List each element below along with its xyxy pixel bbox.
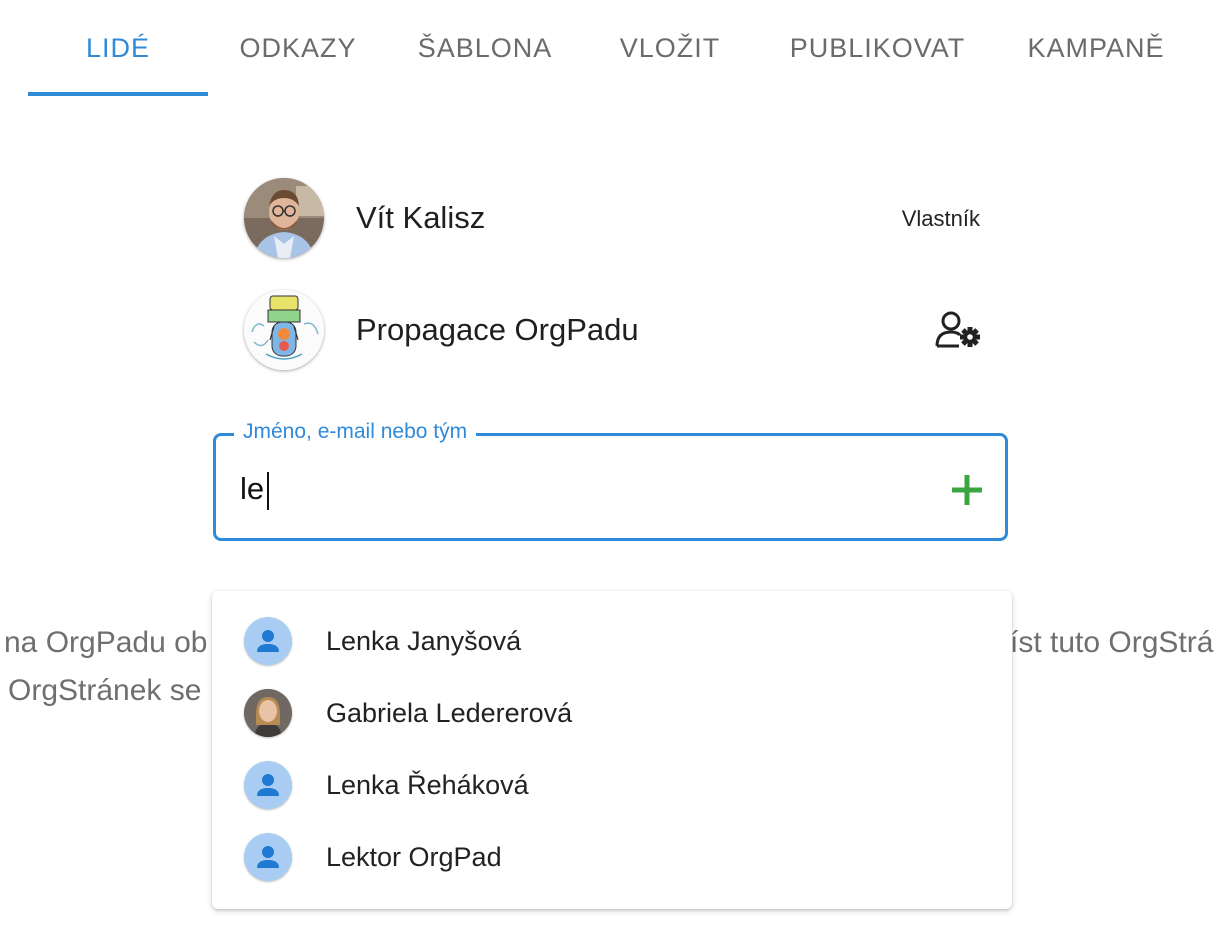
background-text-line1-left: na OrgPadu ob <box>4 626 208 659</box>
suggestion-name: Lenka Janyšová <box>326 626 522 656</box>
member-role: Vlastník <box>901 206 980 231</box>
member-row-owner: Vít Kalisz Vlastník <box>244 178 984 258</box>
avatar <box>244 689 292 737</box>
avatar <box>244 761 292 809</box>
member-row-team: Propagace OrgPadu <box>244 290 984 370</box>
tab-campaigns[interactable]: KAMPANĚ <box>1010 28 1182 68</box>
person-photo-icon <box>244 178 324 258</box>
member-name: Vít Kalisz <box>356 200 486 235</box>
active-tab-indicator <box>28 92 208 96</box>
team-drawing-icon <box>244 290 324 370</box>
suggestion-name: Lenka Řeháková <box>326 770 529 800</box>
search-field-label: Jméno, e-mail nebo tým <box>234 420 477 444</box>
background-text-line2-left: OrgStránek se <box>8 674 202 707</box>
tab-people[interactable]: LIDÉ <box>28 28 208 68</box>
plus-icon <box>952 475 982 505</box>
text-caret <box>267 472 269 510</box>
share-tabs: LIDÉ ODKAZY ŠABLONA VLOŽIT PUBLIKOVAT KA… <box>0 0 1230 100</box>
suggestion-item[interactable]: Lektor OrgPad <box>212 821 1012 893</box>
tab-links[interactable]: ODKAZY <box>218 28 378 68</box>
suggestion-item[interactable]: Lenka Janyšová <box>212 605 1012 677</box>
avatar <box>244 290 324 370</box>
tab-embed[interactable]: VLOŽIT <box>595 28 745 68</box>
person-photo-icon <box>244 689 292 737</box>
tab-publish[interactable]: PUBLIKOVAT <box>775 28 980 68</box>
suggestion-item[interactable]: Gabriela Ledererová <box>212 677 1012 749</box>
background-text-line1-right: íst tuto OrgStrá <box>1010 626 1214 659</box>
default-person-icon <box>257 846 279 868</box>
add-member-button[interactable] <box>947 470 987 510</box>
user-gear-icon <box>935 311 980 348</box>
suggestion-name: Lektor OrgPad <box>326 842 502 872</box>
share-search-field: Jméno, e-mail nebo tým <box>213 420 1008 541</box>
avatar <box>244 617 292 665</box>
default-person-icon <box>257 630 279 652</box>
avatar <box>244 178 324 258</box>
tab-template[interactable]: ŠABLONA <box>395 28 575 68</box>
member-name: Propagace OrgPadu <box>356 312 639 347</box>
default-person-icon <box>257 774 279 796</box>
manage-permissions-button[interactable] <box>934 310 984 350</box>
avatar <box>244 833 292 881</box>
search-input[interactable] <box>240 466 920 512</box>
suggestion-name: Gabriela Ledererová <box>326 698 573 728</box>
suggestion-item[interactable]: Lenka Řeháková <box>212 749 1012 821</box>
suggestions-dropdown: Lenka Janyšová Gabriela Ledererová Lenka… <box>212 591 1012 909</box>
